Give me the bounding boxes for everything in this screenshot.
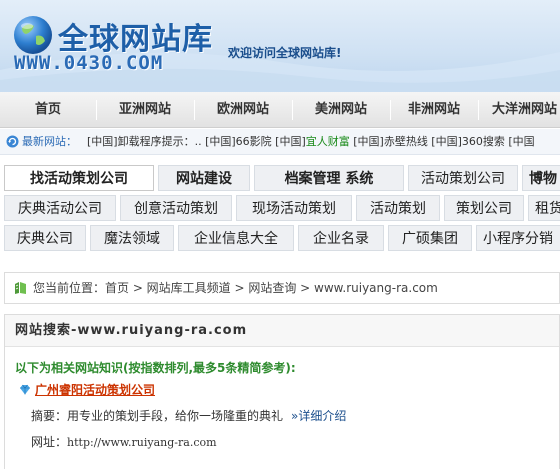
nav-divider bbox=[292, 100, 293, 120]
tag-link[interactable]: 博物 bbox=[522, 165, 560, 191]
tag-link[interactable]: 庆典活动公司 bbox=[4, 195, 116, 221]
intro-text: 以下为相关网站知识(按指数排列,最多5条精简参考): bbox=[15, 361, 296, 375]
nav-divider bbox=[390, 100, 391, 120]
tag-row: 庆典公司 魔法领域 企业信息大全 企业名录 广硕集团 小程序分销 bbox=[0, 223, 560, 253]
breadcrumb: 您当前位置：首页 > 网站库工具频道 > 网站查询 > www.ruiyang-… bbox=[4, 272, 560, 304]
location-icon bbox=[15, 282, 26, 294]
tag-link[interactable]: 小程序分销 bbox=[476, 225, 560, 251]
result-summary: 摘要：用专业的策划手段，给你一场隆重的典礼 »详细介绍 bbox=[31, 407, 346, 424]
tag-link[interactable]: 企业信息大全 bbox=[178, 225, 294, 251]
ticker-label: 最新网站： bbox=[22, 135, 77, 148]
site-header: 全球网站库 WWW.0430.COM 欢迎访问全球网站库! bbox=[0, 0, 560, 92]
nav-divider bbox=[478, 100, 479, 120]
nav-item-oceania[interactable]: 大洋洲网站 bbox=[484, 92, 560, 127]
latest-sites-ticker: 最新网站： [中国]卸载程序提示：.. [中国]66影院 [中国]宜人财富 [中… bbox=[0, 129, 560, 155]
tag-link[interactable]: 活动策划公司 bbox=[408, 165, 518, 191]
ticker-entries[interactable]: [中国]卸载程序提示：.. [中国]66影院 [中国]宜人财富 [中国]赤壁热线… bbox=[87, 129, 535, 154]
result-title-link[interactable]: 广州睿阳活动策划公司 bbox=[19, 381, 155, 398]
detail-link[interactable]: »详细介绍 bbox=[291, 409, 346, 423]
tag-link[interactable]: 网站建设 bbox=[158, 165, 250, 191]
nav-divider bbox=[194, 100, 195, 120]
panel-title: 网站搜索-www.ruiyang-ra.com bbox=[5, 315, 559, 347]
tag-link[interactable]: 现场活动策划 bbox=[236, 195, 352, 221]
tag-link[interactable]: 企业名录 bbox=[298, 225, 384, 251]
welcome-text: 欢迎访问全球网站库! bbox=[228, 46, 342, 60]
site-search-panel: 网站搜索-www.ruiyang-ra.com 以下为相关网站知识(按指数排列,… bbox=[4, 314, 560, 469]
tag-link[interactable]: 广硕集团 bbox=[388, 225, 472, 251]
nav-divider bbox=[96, 100, 97, 120]
tag-link[interactable]: 找活动策划公司 bbox=[4, 165, 154, 191]
breadcrumb-text[interactable]: 您当前位置：首页 > 网站库工具频道 > 网站查询 > www.ruiyang-… bbox=[33, 273, 438, 303]
ticker-highlight[interactable]: 宜人财富 bbox=[306, 135, 350, 148]
globe-logo-icon[interactable] bbox=[12, 14, 54, 56]
keyword-tags: 找活动策划公司 网站建设 档案管理 系统 活动策划公司 博物 庆典活动公司 创意… bbox=[0, 163, 560, 253]
tag-link[interactable]: 创意活动策划 bbox=[120, 195, 232, 221]
tag-link[interactable]: 活动策划 bbox=[356, 195, 440, 221]
summary-text: 摘要：用专业的策划手段，给你一场隆重的典礼 bbox=[31, 409, 284, 423]
tag-link[interactable]: 魔法领域 bbox=[90, 225, 174, 251]
ticker-entries-after[interactable]: [中国]赤壁热线 [中国]360搜索 [中国 bbox=[350, 135, 534, 148]
url-label: 网址： bbox=[31, 435, 68, 449]
tag-link[interactable]: 档案管理 系统 bbox=[254, 165, 404, 191]
tag-link[interactable]: 策划公司 bbox=[444, 195, 524, 221]
nav-item-america[interactable]: 美洲网站 bbox=[298, 92, 384, 127]
nav-item-asia[interactable]: 亚洲网站 bbox=[102, 92, 188, 127]
result-title-text[interactable]: 广州睿阳活动策划公司 bbox=[35, 383, 155, 397]
tag-link[interactable]: 庆典公司 bbox=[4, 225, 86, 251]
nav-item-home[interactable]: 首页 bbox=[8, 92, 88, 127]
url-value[interactable]: http://www.ruiyang-ra.com bbox=[67, 436, 217, 449]
ticker-entries-before[interactable]: [中国]卸载程序提示：.. [中国]66影院 [中国] bbox=[87, 135, 306, 148]
result-url: 网址：http://www.ruiyang-ra.com bbox=[31, 433, 217, 450]
nav-item-africa[interactable]: 非洲网站 bbox=[396, 92, 472, 127]
main-nav: 首页 亚洲网站 欧洲网站 美洲网站 非洲网站 大洋洲网站 bbox=[0, 92, 560, 128]
tag-row: 庆典活动公司 创意活动策划 现场活动策划 活动策划 策划公司 租货 bbox=[0, 193, 560, 223]
gem-icon bbox=[20, 384, 30, 395]
tag-link[interactable]: 租货 bbox=[528, 195, 560, 221]
nav-item-europe[interactable]: 欧洲网站 bbox=[200, 92, 286, 127]
refresh-icon bbox=[6, 135, 19, 148]
logo-url[interactable]: WWW.0430.COM bbox=[14, 52, 163, 74]
tag-row: 找活动策划公司 网站建设 档案管理 系统 活动策划公司 博物 bbox=[0, 163, 560, 193]
